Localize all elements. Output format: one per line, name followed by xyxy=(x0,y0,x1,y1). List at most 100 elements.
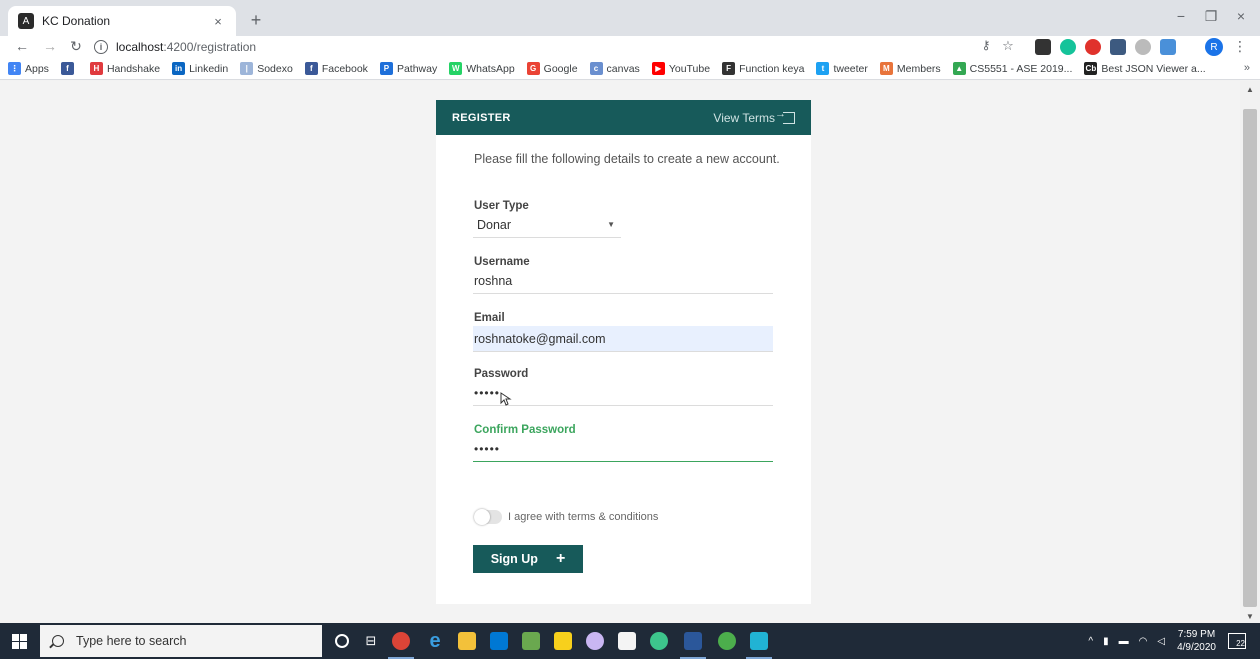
chrome-menu-icon[interactable]: ⋮ xyxy=(1230,38,1250,55)
sticky-notes-icon[interactable] xyxy=(554,632,572,650)
sign-up-button[interactable]: Sign Up + xyxy=(473,545,583,573)
adblock-icon[interactable] xyxy=(1085,39,1101,55)
bookmark-item[interactable]: Cb Best JSON Viewer a... xyxy=(1084,62,1206,75)
page-scrollbar[interactable]: ▲ ▼ xyxy=(1240,81,1260,623)
maximize-button[interactable]: ❐ xyxy=(1196,8,1226,25)
user-type-label: User Type xyxy=(474,200,529,212)
webstorm-app-icon[interactable] xyxy=(746,632,772,659)
bookmark-item[interactable]: M Members xyxy=(879,62,941,75)
battery-icon[interactable]: ▬ xyxy=(1119,636,1129,647)
bookmark-item[interactable]: W WhatsApp xyxy=(449,62,515,75)
bookmark-favicon-icon: in xyxy=(172,62,186,75)
username-input[interactable]: roshna xyxy=(473,268,773,294)
new-tab-button[interactable]: + xyxy=(244,9,268,33)
tab-close-icon[interactable]: × xyxy=(210,14,226,29)
bookmark-label: canvas xyxy=(606,62,640,75)
bookmark-item[interactable]: ▶ YouTube xyxy=(651,62,711,75)
wifi-icon[interactable]: ◠ xyxy=(1139,636,1148,647)
reload-icon[interactable]: ↻ xyxy=(66,38,86,55)
user-type-value: Donar xyxy=(477,217,512,232)
windows-start-icon[interactable] xyxy=(12,634,27,649)
address-row: ← → ↻ i localhost:4200/registration ⚷ ☆ … xyxy=(0,36,1260,58)
eclipse-app-icon[interactable] xyxy=(586,632,604,650)
site-info-icon[interactable]: i xyxy=(94,40,108,54)
address-bar[interactable]: i localhost:4200/registration xyxy=(94,36,954,58)
close-window-button[interactable]: × xyxy=(1226,8,1256,24)
scroll-up-icon[interactable]: ▲ xyxy=(1246,85,1254,94)
bookmark-favicon-icon: H xyxy=(89,62,103,75)
bookmark-label: Function keya xyxy=(739,62,805,75)
bookmark-item[interactable]: | Sodexo xyxy=(240,62,293,75)
camera-extension-icon[interactable] xyxy=(1160,39,1176,55)
paint-app-icon[interactable] xyxy=(522,632,540,650)
mongodb-app-icon[interactable] xyxy=(718,632,736,650)
bookmark-favicon-icon: Cb xyxy=(1084,62,1098,75)
profile-avatar[interactable]: R xyxy=(1205,38,1223,56)
forward-arrow-icon[interactable]: → xyxy=(40,38,60,54)
notepad-app-icon[interactable] xyxy=(618,632,636,650)
bookmark-favicon-icon: W xyxy=(449,62,463,75)
page-viewport: REGISTER View Terms Please fill the foll… xyxy=(0,81,1240,623)
show-hidden-icons[interactable]: ^ xyxy=(1088,636,1093,647)
usb-icon[interactable]: ▮ xyxy=(1103,636,1109,647)
taskbar-clock[interactable]: 7:59 PM 4/9/2020 xyxy=(1177,628,1216,654)
user-type-select[interactable]: Donar ▼ xyxy=(473,212,621,238)
sign-in-icon xyxy=(775,108,795,124)
url-path: :4200/registration xyxy=(163,40,257,54)
bookmark-item[interactable]: ⋮ Apps xyxy=(8,62,49,75)
bookmark-item[interactable]: G Google xyxy=(526,62,578,75)
bookmark-item[interactable]: c canvas xyxy=(589,62,640,75)
volume-icon[interactable]: ◁ xyxy=(1157,636,1165,647)
view-terms-link[interactable]: View Terms xyxy=(713,108,795,125)
mouse-pointer-icon xyxy=(500,392,512,406)
grammarly-icon[interactable] xyxy=(1060,39,1076,55)
file-explorer-icon[interactable] xyxy=(458,632,476,650)
bookmark-item[interactable]: t tweeter xyxy=(816,62,868,75)
bookmark-label: Sodexo xyxy=(257,62,293,75)
confirm-password-input[interactable]: ••••• xyxy=(473,436,773,462)
password-input[interactable]: ••••• xyxy=(473,380,773,406)
bookmark-label: YouTube xyxy=(668,62,711,75)
angular-favicon-icon: A xyxy=(18,13,34,29)
bookmark-item[interactable]: ▲ CS5551 - ASE 2019... xyxy=(952,62,1073,75)
key-icon[interactable]: ⚷ xyxy=(976,38,996,52)
notification-center-icon[interactable]: 22 xyxy=(1228,633,1246,649)
settings-extension-icon[interactable] xyxy=(1135,39,1151,55)
terms-toggle[interactable] xyxy=(474,509,502,525)
bookmark-item[interactable]: F Function keya xyxy=(722,62,804,75)
bookmark-favicon-icon: | xyxy=(240,62,254,75)
email-input[interactable]: roshnatoke@gmail.com xyxy=(473,326,773,352)
intro-text: Please fill the following details to cre… xyxy=(474,152,780,166)
cortana-icon[interactable] xyxy=(335,634,349,648)
word-app-icon[interactable] xyxy=(680,632,706,659)
chrome-app-icon[interactable] xyxy=(388,632,414,659)
clock-date: 4/9/2020 xyxy=(1177,642,1216,653)
bookmark-item[interactable]: f Facebook xyxy=(304,62,368,75)
bookmark-item[interactable]: P Pathway xyxy=(379,62,437,75)
confirm-password-label: Confirm Password xyxy=(474,424,576,436)
bookmark-favicon-icon: ▲ xyxy=(952,62,966,75)
bookmark-item[interactable]: H Handshake xyxy=(89,62,160,75)
scrollbar-thumb[interactable] xyxy=(1243,109,1257,607)
search-icon xyxy=(52,635,64,647)
edge-app-icon[interactable]: e xyxy=(426,630,444,652)
screen-extension-icon[interactable] xyxy=(1110,39,1126,55)
bookmark-favicon-icon: ▶ xyxy=(651,62,665,75)
bookmark-label: Linkedin xyxy=(189,62,229,75)
scroll-down-icon[interactable]: ▼ xyxy=(1246,612,1254,621)
bookmark-item[interactable]: f xyxy=(60,62,78,75)
url-host: localhost xyxy=(116,40,164,54)
star-bookmark-icon[interactable]: ☆ xyxy=(998,38,1018,54)
maps-app-icon[interactable] xyxy=(650,632,668,650)
outlook-app-icon[interactable] xyxy=(490,632,508,650)
browser-tab[interactable]: A KC Donation × xyxy=(8,6,236,36)
bookmark-item[interactable]: in Linkedin xyxy=(172,62,228,75)
bookmark-label: tweeter xyxy=(833,62,868,75)
taskbar-search-box[interactable]: Type here to search xyxy=(40,625,322,657)
extension-icon[interactable] xyxy=(1035,39,1051,55)
task-view-icon[interactable]: ⊟ xyxy=(362,632,380,650)
back-arrow-icon[interactable]: ← xyxy=(12,38,32,54)
minimize-button[interactable]: − xyxy=(1166,8,1196,24)
bookmarks-overflow-button[interactable]: » xyxy=(1244,62,1250,74)
bookmark-label: CS5551 - ASE 2019... xyxy=(969,62,1073,75)
